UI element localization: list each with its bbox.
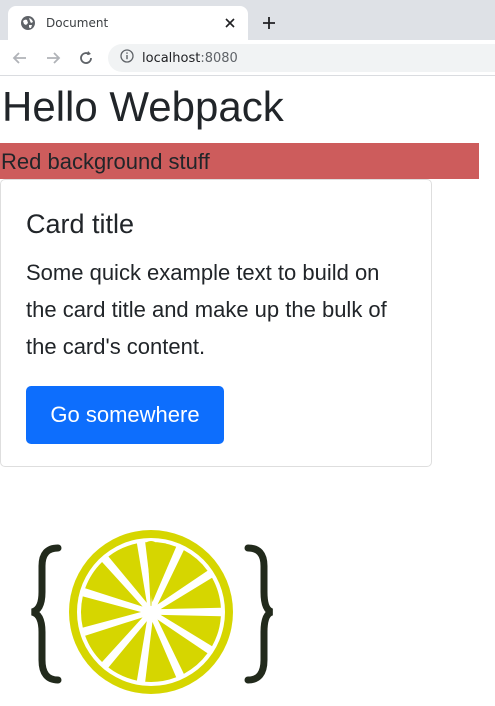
plus-icon (263, 17, 275, 29)
url-port: :8080 (200, 50, 238, 66)
card-text: Some quick example text to build on the … (26, 260, 387, 359)
info-icon[interactable] (120, 48, 134, 68)
new-tab-button[interactable] (258, 12, 280, 34)
page-heading: Hello Webpack (2, 83, 284, 130)
card: Card title Some quick example text to bu… (0, 179, 432, 467)
page-content: Hello Webpack Red background stuff Card … (0, 77, 495, 706)
lemon-braces-logo (30, 530, 274, 694)
card-title: Card title (26, 209, 135, 239)
browser-toolbar: localhost:8080 (0, 40, 495, 76)
url-host: localhost (142, 50, 201, 66)
close-icon[interactable] (222, 15, 238, 31)
back-button[interactable] (10, 48, 30, 68)
red-background-section: Red background stuff (0, 143, 479, 179)
browser-tab[interactable]: Document (8, 6, 248, 40)
reload-button[interactable] (76, 48, 96, 68)
reload-icon (80, 51, 92, 64)
forward-button[interactable] (43, 48, 63, 68)
url-text: localhost:8080 (142, 51, 238, 66)
back-arrow-icon (12, 52, 26, 64)
browser-tab-strip: Document (0, 0, 495, 40)
tab-title: Document (46, 16, 109, 30)
forward-arrow-icon (47, 52, 61, 64)
go-somewhere-button[interactable]: Go somewhere (26, 386, 224, 444)
address-bar[interactable]: localhost:8080 (108, 44, 495, 72)
globe-icon (20, 15, 36, 31)
